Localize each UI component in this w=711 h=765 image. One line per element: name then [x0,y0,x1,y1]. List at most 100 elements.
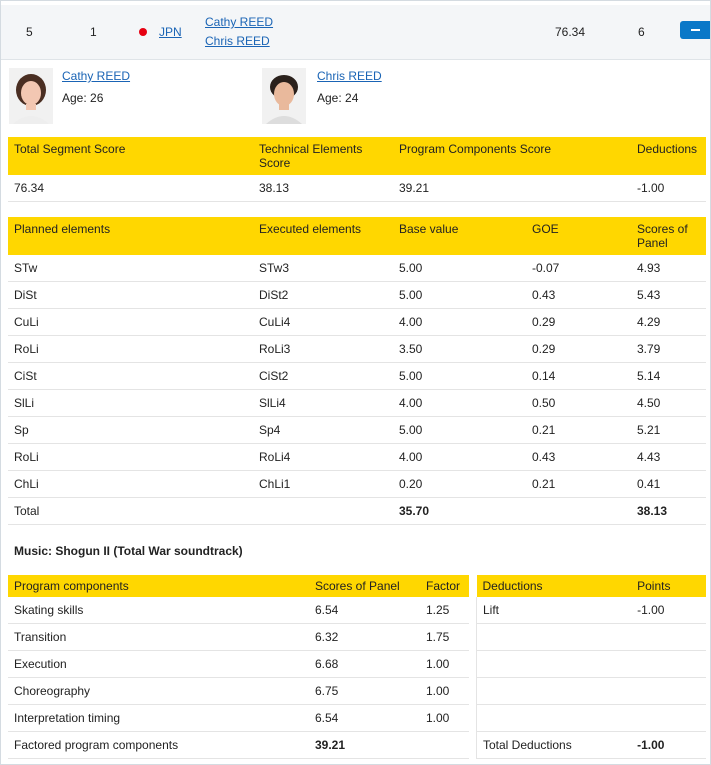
goe: 0.43 [526,443,631,471]
table-row: STw STw3 5.00 -0.07 4.93 [8,255,706,282]
elements-header: Executed elements [253,217,393,255]
panel-score: 5.43 [631,281,706,309]
total-row: Total 35.70 38.13 [8,497,706,525]
deduction-name [476,704,632,732]
table-row [476,677,706,705]
total-base-value: 35.70 [393,497,526,525]
components-header: Factor [420,575,469,597]
total-row: Factored program components 39.21 [8,731,469,759]
component-score: 6.32 [309,623,420,651]
goe: 0.14 [526,362,631,390]
skater-age-2: Age: 24 [317,91,359,105]
component-factor: 1.00 [420,704,469,732]
skater-link-1[interactable]: Cathy REED [205,15,273,29]
panel-score: 4.29 [631,308,706,336]
component-factor: 1.75 [420,623,469,651]
base-value: 4.00 [393,308,526,336]
table-row [476,650,706,678]
component-name: Skating skills [8,597,309,624]
base-value: 4.00 [393,389,526,417]
skater-name-link-2[interactable]: Chris REED [317,69,382,83]
skater-name-link-1[interactable]: Cathy REED [62,69,130,83]
total-components-score: 39.21 [309,731,420,759]
goe: 0.29 [526,308,631,336]
table-row: SlLi SlLi4 4.00 0.50 4.50 [8,389,706,417]
table-row: DiSt DiSt2 5.00 0.43 5.43 [8,281,706,309]
component-name: Execution [8,650,309,678]
base-value: 5.00 [393,362,526,390]
deduction-points [631,623,706,651]
component-name: Interpretation timing [8,704,309,732]
base-value: 4.00 [393,443,526,471]
avatar [262,68,306,124]
total-panel-score: 38.13 [631,497,706,525]
components-table: Program components Scores of Panel Facto… [8,575,469,759]
summary-header: Deductions [631,137,706,175]
elements-header: Scores of Panel [631,217,706,255]
table-row: Sp Sp4 5.00 0.21 5.21 [8,416,706,444]
base-value: 5.00 [393,255,526,282]
components-header: Scores of Panel [309,575,420,597]
elements-table: Planned elements Executed elements Base … [8,217,706,525]
result-panel: 5 1 JPN Cathy REED Chris REED 76.34 6 Ca… [0,0,711,765]
planned-element: Sp [8,416,253,444]
avatar [9,68,53,124]
executed-element: Sp4 [253,416,393,444]
component-name: Choreography [8,677,309,705]
goe: 0.29 [526,335,631,363]
table-row: Transition 6.32 1.75 [8,623,469,651]
table-row [476,704,706,732]
deduction-points [631,677,706,705]
skater-photo-male [262,68,306,124]
table-row: Interpretation timing 6.54 1.00 [8,704,469,732]
deduction-name [476,623,632,651]
summary-value: 39.21 [393,175,631,202]
deductions-table: Deductions Points Lift -1.00 Total Deduct… [476,575,706,759]
executed-element: ChLi1 [253,470,393,498]
minus-icon[interactable] [680,21,710,39]
panel-score: 4.93 [631,255,706,282]
deduction-name [476,650,632,678]
panel-score: 3.79 [631,335,706,363]
table-row [476,623,706,651]
skater-age-1: Age: 26 [62,91,104,105]
table-row: RoLi RoLi4 4.00 0.43 4.43 [8,443,706,471]
executed-element: CuLi4 [253,308,393,336]
deduction-points [631,650,706,678]
summary-value: 76.34 [8,175,253,202]
planned-element: RoLi [8,335,253,363]
result-header-row[interactable]: 5 1 JPN Cathy REED Chris REED 76.34 6 [1,5,710,60]
skater-photo-female [9,68,53,124]
summary-value: -1.00 [631,175,706,202]
country-link[interactable]: JPN [159,25,182,39]
panel-score: 5.14 [631,362,706,390]
elements-header: Planned elements [8,217,253,255]
summary-header: Total Segment Score [8,137,253,175]
component-score: 6.75 [309,677,420,705]
table-row: ChLi ChLi1 0.20 0.21 0.41 [8,470,706,498]
table-row: Skating skills 6.54 1.25 [8,597,469,624]
executed-element: DiSt2 [253,281,393,309]
summary-header: Program Components Score [393,137,631,175]
planned-element: CiSt [8,362,253,390]
japan-flag-icon [139,28,147,36]
total-row: Total Deductions -1.00 [476,731,706,759]
component-score: 6.54 [309,597,420,624]
table-row: 76.34 38.13 39.21 -1.00 [8,175,706,202]
components-header: Program components [8,575,309,597]
total-label: Total [8,497,253,525]
component-factor: 1.25 [420,597,469,624]
summary-header: Technical Elements Score [253,137,393,175]
goe: 0.43 [526,281,631,309]
summary-value: 38.13 [253,175,393,202]
executed-element: RoLi4 [253,443,393,471]
component-score: 6.68 [309,650,420,678]
summary-table: Total Segment Score Technical Elements S… [8,137,706,202]
music-title: Music: Shogun II (Total War soundtrack) [14,544,243,558]
skater-link-2[interactable]: Chris REED [205,34,270,48]
total-deductions: -1.00 [631,731,706,759]
elements-header: Base value [393,217,526,255]
total-empty [526,497,631,525]
goe: 0.21 [526,470,631,498]
executed-element: RoLi3 [253,335,393,363]
